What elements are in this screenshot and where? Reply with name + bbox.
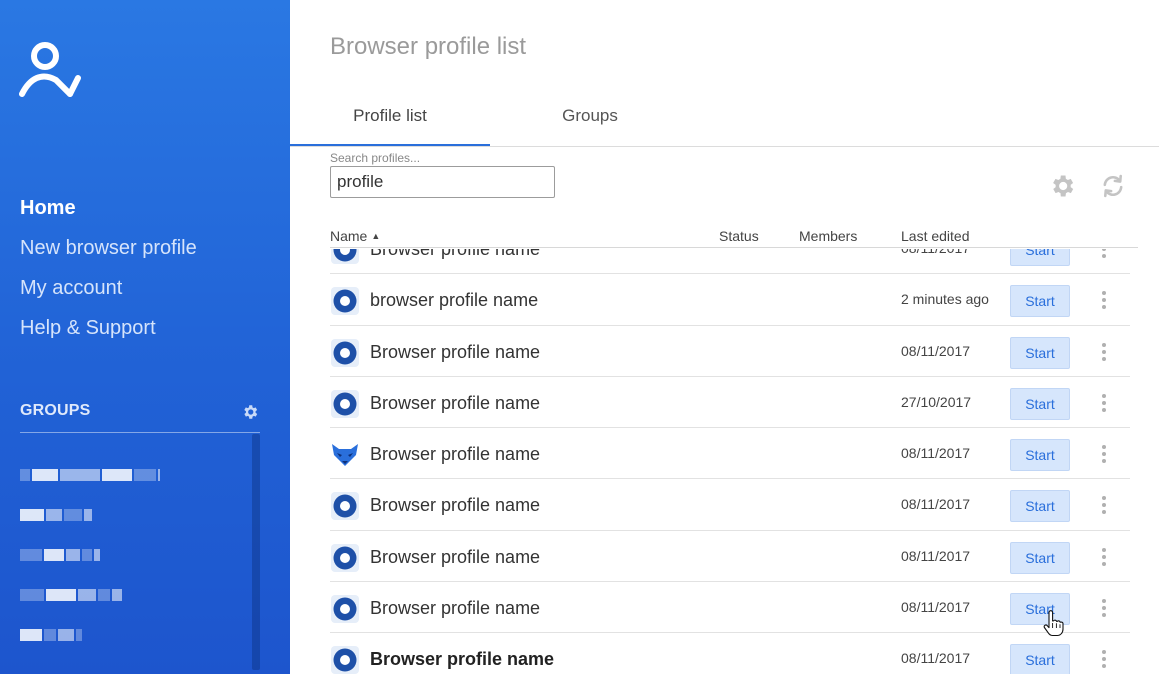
column-header-members[interactable]: Members	[799, 228, 857, 244]
group-item[interactable]	[20, 546, 160, 586]
last-edited-value: 08/11/2017	[901, 445, 971, 462]
tab-bar: Profile list Groups	[290, 94, 1159, 147]
column-header-last-edited[interactable]: Last edited	[901, 228, 970, 244]
orbita-browser-icon	[331, 287, 359, 316]
column-header-name[interactable]: Name ▲	[330, 228, 380, 244]
start-button[interactable]: Start	[1010, 249, 1070, 266]
orbita-browser-icon	[331, 389, 359, 418]
more-options-icon[interactable]	[1098, 341, 1110, 365]
orbita-browser-icon	[331, 338, 359, 367]
settings-gear-icon[interactable]	[1048, 172, 1076, 200]
blurred-group-name	[20, 506, 160, 524]
last-edited-value: 27/10/2017	[901, 393, 972, 410]
groups-title: GROUPS	[20, 402, 91, 419]
profile-table-body: Browser profile name08/11/2017Startbrows…	[330, 249, 1138, 674]
table-row[interactable]: browser profile name 2 minutes ago Start	[330, 274, 1130, 326]
last-edited-value: 08/11/2017	[901, 547, 971, 564]
table-row[interactable]: Browser profile name 08/11/2017 Start	[330, 633, 1130, 674]
start-button[interactable]: Start	[1010, 336, 1070, 369]
group-item[interactable]	[20, 466, 160, 506]
last-edited-value: 08/11/2017	[901, 599, 971, 616]
nav-home[interactable]: Home	[20, 196, 197, 236]
blurred-group-name	[20, 586, 160, 604]
table-row[interactable]: Browser profile name 08/11/2017 Start	[330, 479, 1130, 531]
group-item[interactable]	[20, 506, 160, 546]
start-button[interactable]: Start	[1010, 439, 1070, 472]
groups-list	[20, 466, 160, 666]
table-row[interactable]: Browser profile name 08/11/2017 Start	[330, 326, 1130, 377]
more-options-icon[interactable]	[1098, 546, 1110, 570]
table-row[interactable]: Browser profile name 08/11/2017 Start	[330, 531, 1130, 583]
app-logo-icon[interactable]	[18, 34, 82, 98]
profile-name[interactable]: Browser profile name	[370, 444, 540, 465]
sidebar-nav: Home New browser profile My account Help…	[20, 196, 197, 356]
group-item[interactable]	[20, 626, 160, 666]
table-row[interactable]: Browser profile name 08/11/2017 Start	[330, 582, 1130, 634]
sort-ascending-icon: ▲	[371, 231, 381, 241]
page-title: Browser profile list	[330, 33, 527, 60]
more-options-icon[interactable]	[1098, 494, 1110, 518]
table-row[interactable]: Browser profile name 08/11/2017 Start	[330, 428, 1130, 480]
nav-new-browser-profile[interactable]: New browser profile	[20, 236, 197, 276]
more-options-icon[interactable]	[1098, 392, 1110, 416]
more-options-icon[interactable]	[1098, 597, 1110, 621]
profile-name[interactable]: Browser profile name	[370, 342, 540, 363]
blurred-group-name	[20, 626, 160, 644]
last-edited-value: 08/11/2017	[901, 342, 971, 359]
profile-name[interactable]: Browser profile name	[370, 393, 540, 414]
start-button[interactable]: Start	[1010, 387, 1070, 420]
profile-name[interactable]: Browser profile name	[370, 495, 540, 516]
group-item[interactable]	[20, 586, 160, 626]
table-header: Name ▲ Status Members Last edited	[330, 226, 1138, 248]
profile-name[interactable]: Browser profile name	[370, 547, 540, 568]
blurred-group-name	[20, 546, 160, 564]
last-edited-value: 08/11/2017	[901, 496, 971, 513]
search-input[interactable]	[330, 166, 555, 198]
start-button[interactable]: Start	[1010, 285, 1070, 318]
orbita-browser-icon	[331, 543, 359, 572]
groups-header: GROUPS	[20, 402, 260, 433]
more-options-icon[interactable]	[1098, 249, 1110, 262]
nav-my-account[interactable]: My account	[20, 276, 197, 316]
fox-mask-icon	[331, 441, 359, 469]
profile-name[interactable]: Browser profile name	[370, 598, 540, 619]
tab-profile-list[interactable]: Profile list	[290, 94, 490, 146]
orbita-browser-icon	[331, 249, 359, 264]
tab-groups[interactable]: Groups	[490, 94, 690, 146]
orbita-browser-icon	[331, 595, 359, 624]
start-button[interactable]: Start	[1010, 644, 1070, 674]
more-options-icon[interactable]	[1098, 289, 1110, 313]
refresh-icon[interactable]	[1099, 172, 1127, 200]
more-options-icon[interactable]	[1098, 443, 1110, 467]
nav-help-support[interactable]: Help & Support	[20, 316, 197, 356]
start-button[interactable]: Start	[1010, 593, 1070, 626]
start-button[interactable]: Start	[1010, 490, 1070, 523]
profile-name[interactable]: Browser profile name	[370, 649, 554, 670]
table-row[interactable]: Browser profile name 27/10/2017 Start	[330, 377, 1130, 429]
more-options-icon[interactable]	[1098, 648, 1110, 672]
profile-name[interactable]: Browser profile name	[370, 249, 540, 260]
start-button[interactable]: Start	[1010, 541, 1070, 574]
column-header-status[interactable]: Status	[719, 228, 759, 244]
last-edited-value: 08/11/2017	[901, 650, 971, 667]
last-edited-value: 08/11/2017	[901, 249, 970, 256]
orbita-browser-icon	[331, 492, 359, 521]
profile-name[interactable]: browser profile name	[370, 290, 538, 311]
sidebar: Home New browser profile My account Help…	[0, 0, 290, 674]
search-label: Search profiles...	[330, 151, 421, 165]
groups-gear-icon[interactable]	[241, 403, 259, 421]
last-edited-value: 2 minutes ago	[901, 291, 989, 308]
orbita-browser-icon	[331, 646, 359, 674]
groups-scrollbar[interactable]	[252, 434, 260, 670]
table-row[interactable]: Browser profile name 08/11/2017 Start	[330, 249, 1130, 275]
blurred-group-name	[20, 466, 160, 484]
